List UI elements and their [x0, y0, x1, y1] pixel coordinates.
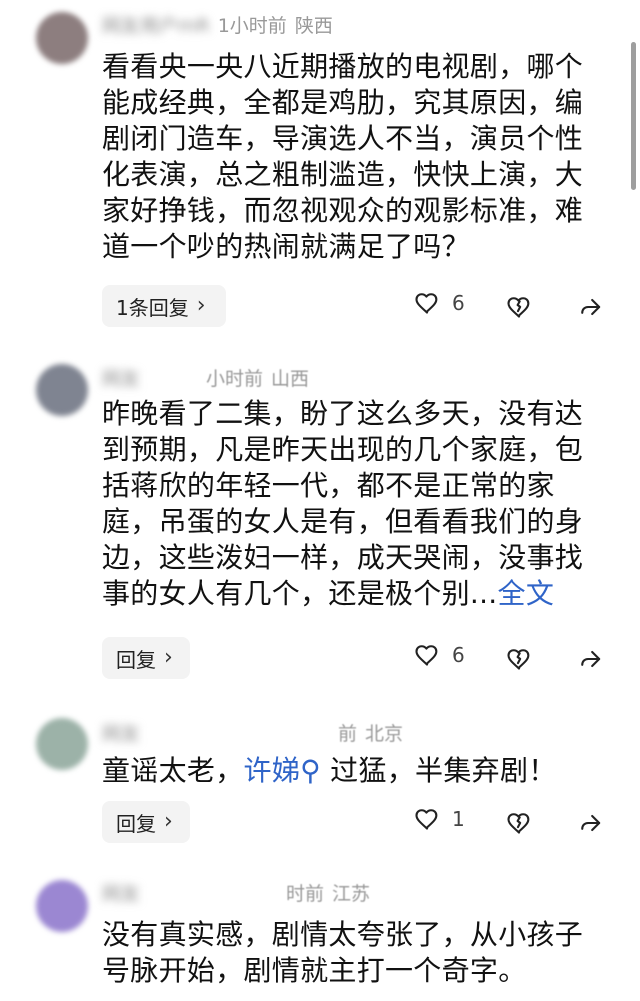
heart-icon[interactable]: [410, 802, 444, 836]
timestamp: 时前: [286, 882, 325, 905]
like-group: 6: [410, 286, 465, 320]
like-count: 1: [452, 807, 465, 831]
broken-heart-icon[interactable]: [502, 290, 536, 324]
username[interactable]: 网友: [102, 364, 198, 391]
reply-label: 回复: [116, 647, 156, 672]
comment-meta: 网友 前 北京: [102, 718, 403, 746]
timestamp: 小时前: [206, 367, 264, 390]
avatar[interactable]: [36, 880, 88, 932]
like-count: 6: [452, 643, 465, 667]
username[interactable]: 网友: [102, 719, 330, 746]
comment-actions: 6: [410, 638, 620, 680]
search-icon: ⚲: [300, 754, 321, 787]
comment-text-end: 过猛，半集弃剧！: [320, 754, 557, 787]
reply-button[interactable]: 1条回复 ›: [102, 285, 226, 327]
heart-icon[interactable]: [410, 286, 444, 320]
reply-button[interactable]: 回复 ›: [102, 801, 190, 843]
comment-text: 童谣太老，许娣⚲ 过猛，半集弃剧！: [102, 753, 602, 789]
chevron-right-icon: ›: [164, 809, 173, 834]
timestamp: 前: [338, 722, 358, 745]
location: 北京: [365, 722, 404, 745]
share-icon[interactable]: [574, 290, 608, 324]
comment-meta: 网友 小时前 山西: [102, 363, 309, 391]
like-group: 1: [410, 802, 465, 836]
chevron-right-icon: ›: [164, 645, 173, 670]
comment-text: 看看央一央八近期播放的电视剧，哪个能成经典，全都是鸡肋，究其原因，编剧闭门造车，…: [102, 50, 584, 263]
comment-feed-screen: 网友用户mR 1小时前 陕西 看看央一央八近期播放的电视剧，哪个能成经典，全都是…: [0, 0, 640, 1001]
comment-item: 网友用户mR 1小时前 陕西 看看央一央八近期播放的电视剧，哪个能成经典，全都是…: [0, 0, 640, 338]
comment-text-start: 童谣太老，: [102, 754, 244, 787]
heart-icon[interactable]: [410, 638, 444, 672]
location: 山西: [271, 367, 310, 390]
location: 江苏: [332, 882, 371, 905]
username[interactable]: 网友用户mR: [102, 11, 210, 38]
timestamp: 1小时前: [217, 14, 287, 37]
comment-text: 昨晚看了二集，盼了这么多天，没有达到预期，凡是昨天出现的几个家庭，包括蒋欣的年轻…: [102, 396, 602, 612]
location: 陕西: [294, 14, 333, 37]
share-icon[interactable]: [574, 806, 608, 840]
avatar[interactable]: [36, 718, 88, 770]
chevron-right-icon: ›: [196, 293, 206, 318]
avatar[interactable]: [36, 364, 88, 416]
comment-actions: 6: [410, 286, 620, 328]
broken-heart-icon[interactable]: [502, 642, 536, 676]
comment-item: 网友 时前 江苏 没有真实感，剧情太夸张了，从小孩子号脉开始，剧情就主打一个奇字…: [0, 860, 640, 1001]
reply-label: 回复: [116, 811, 156, 836]
mention-link[interactable]: 许娣: [244, 754, 301, 787]
reply-button[interactable]: 回复 ›: [102, 637, 190, 679]
like-group: 6: [410, 638, 465, 672]
share-icon[interactable]: [574, 642, 608, 676]
avatar[interactable]: [36, 12, 88, 64]
like-count: 6: [452, 291, 465, 315]
expand-link[interactable]: 全文: [498, 577, 555, 610]
comment-meta: 网友用户mR 1小时前 陕西: [102, 10, 333, 38]
comment-item: 网友 前 北京 童谣太老，许娣⚲ 过猛，半集弃剧！ 回复 › 1: [0, 706, 640, 860]
comment-meta: 网友 时前 江苏: [102, 878, 370, 906]
username[interactable]: 网友: [102, 879, 278, 906]
comment-item: 网友 小时前 山西 昨晚看了二集，盼了这么多天，没有达到预期，凡是昨天出现的几个…: [0, 338, 640, 706]
comment-actions: 1: [410, 802, 620, 844]
broken-heart-icon[interactable]: [502, 806, 536, 840]
reply-label: 1条回复: [116, 295, 189, 320]
comment-text: 没有真实感，剧情太夸张了，从小孩子号脉开始，剧情就主打一个奇字。: [102, 918, 584, 987]
